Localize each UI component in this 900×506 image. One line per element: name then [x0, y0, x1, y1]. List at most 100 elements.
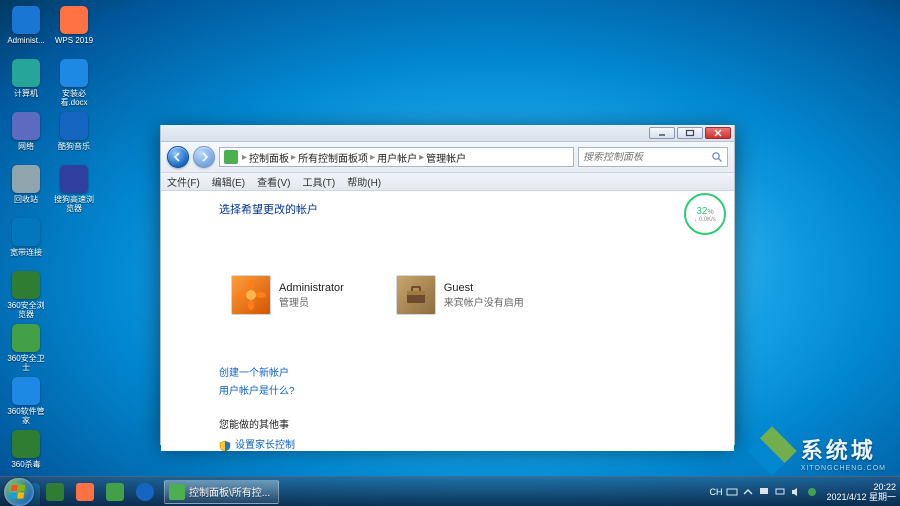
search-icon — [711, 151, 723, 163]
desktop-icon[interactable]: 搜狗高速浏览器 — [54, 165, 94, 213]
back-button[interactable] — [167, 146, 189, 168]
taskbar-pin-360[interactable] — [102, 480, 128, 504]
watermark-sub: XITONGCHENG.COM — [801, 465, 886, 472]
app-icon — [60, 165, 88, 193]
keyboard-icon[interactable] — [726, 486, 738, 498]
icon-label: 安装必看.docx — [54, 89, 94, 107]
taskbar-pin-wps[interactable] — [72, 480, 98, 504]
app-icon — [12, 218, 40, 246]
icon-label: 回收站 — [14, 195, 38, 204]
desktop-icon[interactable]: 酷狗音乐 — [54, 112, 94, 160]
taskbar-pin-browser[interactable] — [42, 480, 68, 504]
icon-label: 搜狗高速浏览器 — [54, 195, 94, 213]
search-box[interactable] — [578, 147, 728, 167]
menu-edit[interactable]: 编辑(E) — [212, 174, 245, 189]
app-icon — [12, 165, 40, 193]
nav-bar: ▸ 控制面板 ▸ 所有控制面板项 ▸ 用户帐户 ▸ 管理帐户 — [161, 142, 734, 173]
tray-time: 20:22 — [826, 482, 896, 492]
app-icon — [12, 271, 40, 299]
download-badge[interactable]: 32% ↓ 0.0K/s — [684, 193, 726, 235]
watermark-logo-icon — [751, 430, 793, 472]
control-panel-icon — [224, 150, 238, 164]
crumb-user-accounts[interactable]: 用户帐户 — [377, 150, 417, 165]
search-input[interactable] — [583, 152, 709, 163]
task-label: 控制面板\所有控... — [189, 484, 270, 499]
icon-label: 酷狗音乐 — [58, 142, 90, 151]
volume-icon[interactable] — [790, 486, 802, 498]
menu-tools[interactable]: 工具(T) — [302, 174, 335, 189]
window-client-area: 32% ↓ 0.0K/s 选择希望更改的帐户 Administrator 管理员… — [161, 191, 734, 451]
start-button[interactable] — [4, 478, 34, 506]
ime-indicator[interactable]: CH — [709, 487, 722, 497]
desktop-icon[interactable]: 安装必看.docx — [54, 59, 94, 107]
desktop-icon[interactable]: 宽带连接 — [6, 218, 46, 266]
desktop-icon[interactable]: Administ... — [6, 6, 46, 54]
icon-label: 计算机 — [14, 89, 38, 98]
security-icon[interactable] — [806, 486, 818, 498]
windows-logo-icon — [10, 483, 28, 501]
menu-bar: 文件(F) 编辑(E) 查看(V) 工具(T) 帮助(H) — [161, 173, 734, 191]
tray-date: 2021/4/12 星期一 — [826, 492, 896, 502]
icon-label: 360杀毒 — [11, 460, 40, 469]
link-parental-controls[interactable]: 设置家长控制 — [219, 437, 295, 451]
download-percent: 32% — [696, 206, 713, 217]
account-guest[interactable]: Guest 来宾帐户没有启用 — [392, 235, 528, 355]
app-icon — [12, 112, 40, 140]
link-what-is-account[interactable]: 用户帐户是什么? — [219, 383, 295, 401]
account-name: Guest — [444, 282, 524, 294]
flag-icon[interactable] — [758, 486, 770, 498]
desktop-icon[interactable]: 360软件管家 — [6, 377, 46, 425]
desktop-icon[interactable]: 360杀毒 — [6, 430, 46, 478]
account-name: Administrator — [279, 282, 344, 294]
app-icon — [60, 6, 88, 34]
desktop-icon[interactable]: 360安全卫士 — [6, 324, 46, 372]
forward-button — [193, 146, 215, 168]
app-icon — [60, 59, 88, 87]
menu-help[interactable]: 帮助(H) — [347, 174, 381, 189]
crumb-manage-accounts[interactable]: 管理帐户 — [426, 150, 466, 165]
menu-file[interactable]: 文件(F) — [167, 174, 200, 189]
app-icon — [12, 377, 40, 405]
task-icon — [169, 484, 185, 500]
menu-view[interactable]: 查看(V) — [257, 174, 290, 189]
icon-label: 360软件管家 — [6, 407, 46, 425]
system-tray[interactable]: CH 20:22 2021/4/12 星期一 — [709, 482, 896, 502]
chevron-up-icon[interactable] — [742, 486, 754, 498]
network-icon[interactable] — [774, 486, 786, 498]
icon-label: Administ... — [7, 36, 44, 45]
window-titlebar[interactable] — [161, 125, 734, 142]
breadcrumb-bar[interactable]: ▸ 控制面板 ▸ 所有控制面板项 ▸ 用户帐户 ▸ 管理帐户 — [219, 147, 574, 167]
tray-clock[interactable]: 20:22 2021/4/12 星期一 — [826, 482, 896, 502]
maximize-button[interactable] — [677, 127, 703, 139]
watermark-text: 系统城 — [801, 438, 876, 463]
app-icon — [12, 6, 40, 34]
icon-label: 360安全浏览器 — [6, 301, 46, 319]
other-heading: 您能做的其他事 — [219, 417, 734, 435]
taskbar-pin-kugou[interactable] — [132, 480, 158, 504]
app-icon — [12, 59, 40, 87]
app-icon — [60, 112, 88, 140]
desktop-icon[interactable]: 计算机 — [6, 59, 46, 107]
link-create-account[interactable]: 创建一个新帐户 — [219, 365, 289, 383]
desktop-icon[interactable]: WPS 2019 — [54, 6, 94, 54]
avatar-flower-icon — [231, 275, 271, 315]
download-rate: ↓ 0.0K/s — [694, 217, 716, 223]
icon-label: 网络 — [18, 142, 34, 151]
crumb-control-panel[interactable]: 控制面板 — [249, 150, 289, 165]
app-icon — [12, 430, 40, 458]
desktop-icon[interactable]: 回收站 — [6, 165, 46, 213]
desktop-icons: Administ... WPS 2019 计算机 安装必看.docx 网络 酷狗音乐回收站… — [6, 6, 94, 506]
icon-label: 宽带连接 — [10, 248, 42, 257]
desktop-icon[interactable]: 网络 — [6, 112, 46, 160]
section-title: 选择希望更改的帐户 — [219, 201, 734, 217]
account-administrator[interactable]: Administrator 管理员 — [227, 235, 348, 355]
watermark: 系统城 XITONGCHENG.COM — [751, 430, 886, 472]
minimize-button[interactable] — [649, 127, 675, 139]
crumb-all-items[interactable]: 所有控制面板项 — [298, 150, 368, 165]
taskbar-task-controlpanel[interactable]: 控制面板\所有控... — [164, 480, 279, 504]
close-button[interactable] — [705, 127, 731, 139]
avatar-suitcase-icon — [396, 275, 436, 315]
accounts-list: Administrator 管理员 Guest 来宾帐户没有启用 — [215, 225, 647, 365]
desktop-icon[interactable]: 360安全浏览器 — [6, 271, 46, 319]
app-icon — [12, 324, 40, 352]
